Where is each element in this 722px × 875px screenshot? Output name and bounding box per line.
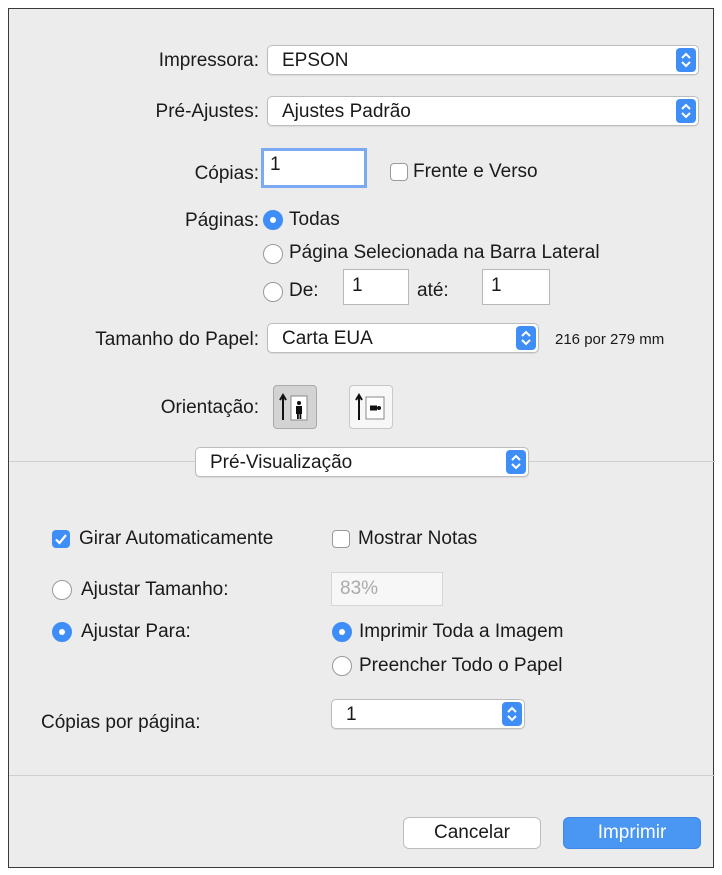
fill-paper-radio[interactable]: [332, 656, 352, 676]
copies-input[interactable]: 1: [261, 148, 367, 188]
pages-all-radio[interactable]: [263, 210, 283, 230]
scale-label: Ajustar Tamanho:: [81, 579, 229, 600]
fit-label: Ajustar Para:: [81, 621, 191, 642]
pages-to-label: até:: [417, 280, 449, 301]
paper-size-value: Carta EUA: [282, 328, 373, 349]
pages-selected-label: Página Selecionada na Barra Lateral: [289, 242, 600, 263]
pages-from-label: De:: [289, 280, 319, 301]
presets-popup[interactable]: Ajustes Padrão: [267, 96, 699, 126]
fill-paper-label: Preencher Todo o Papel: [359, 655, 563, 676]
print-entire-label: Imprimir Toda a Imagem: [359, 621, 564, 642]
paper-size-label: Tamanho do Papel:: [95, 329, 259, 350]
auto-rotate-label: Girar Automaticamente: [79, 528, 274, 549]
pages-from-input[interactable]: 1: [343, 269, 409, 305]
printer-popup[interactable]: EPSON: [267, 45, 699, 75]
scale-input[interactable]: 83%: [331, 572, 443, 606]
presets-value: Ajustes Padrão: [282, 101, 411, 122]
paper-dimensions: 216 por 279 mm: [555, 331, 665, 348]
chevron-updown-icon: [676, 99, 696, 123]
printer-label: Impressora:: [158, 50, 259, 71]
show-notes-checkbox[interactable]: [332, 530, 350, 548]
copies-per-page-label: Cópias por página:: [41, 712, 201, 733]
portrait-icon: [279, 393, 308, 421]
orientation-label: Orientação:: [160, 397, 259, 418]
landscape-orientation-button[interactable]: [349, 385, 393, 429]
chevron-updown-icon: [676, 48, 696, 72]
pages-to-input[interactable]: 1: [482, 269, 550, 305]
duplex-checkbox[interactable]: [390, 163, 408, 181]
pages-all-label: Todas: [289, 209, 340, 230]
chevron-updown-icon: [506, 450, 526, 474]
fit-radio[interactable]: [52, 622, 72, 642]
presets-label: Pré-Ajustes:: [155, 101, 259, 122]
pages-range-radio[interactable]: [263, 282, 283, 302]
separator: [9, 775, 715, 776]
print-button[interactable]: Imprimir: [563, 817, 701, 849]
cancel-button[interactable]: Cancelar: [403, 817, 541, 849]
section-popup[interactable]: Pré-Visualização: [195, 447, 529, 477]
auto-rotate-checkbox[interactable]: [52, 530, 70, 548]
duplex-label: Frente e Verso: [413, 161, 538, 182]
show-notes-label: Mostrar Notas: [358, 528, 478, 549]
copies-per-page-value: 1: [346, 704, 357, 725]
pages-label: Páginas:: [185, 210, 259, 231]
paper-size-popup[interactable]: Carta EUA: [267, 323, 539, 353]
chevron-updown-icon: [516, 326, 536, 350]
landscape-icon: [355, 393, 385, 420]
copies-per-page-popup[interactable]: 1: [331, 699, 525, 729]
scale-radio[interactable]: [52, 580, 72, 600]
print-dialog: Impressora: EPSON Pré-Ajustes: Ajustes P…: [8, 8, 715, 868]
pages-selected-radio[interactable]: [263, 244, 283, 264]
checkmark-icon: [55, 534, 67, 545]
chevron-updown-icon: [502, 702, 522, 726]
printer-value: EPSON: [282, 50, 349, 71]
portrait-orientation-button[interactable]: [273, 385, 317, 429]
copies-label: Cópias:: [194, 163, 259, 184]
print-entire-radio[interactable]: [332, 622, 352, 642]
section-popup-value: Pré-Visualização: [210, 452, 353, 473]
